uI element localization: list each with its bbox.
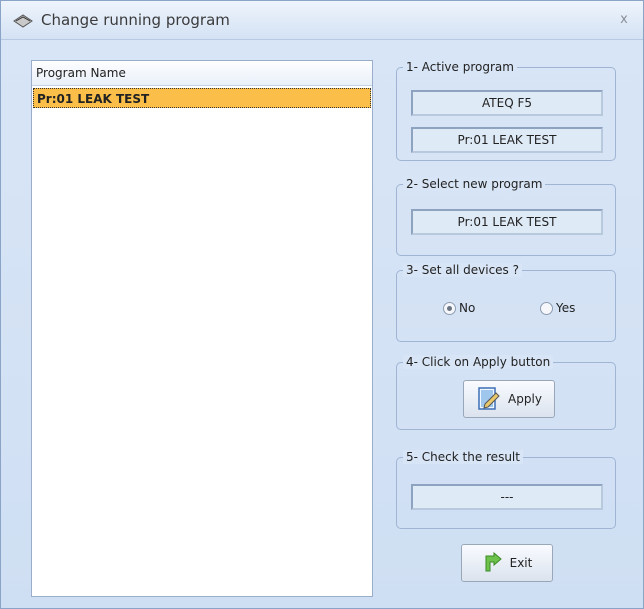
exit-button[interactable]: Exit [461, 544, 553, 582]
program-book-icon [13, 14, 33, 28]
active-program-legend: 1- Active program [403, 60, 517, 74]
result-field: --- [411, 484, 603, 510]
active-program-field: Pr:01 LEAK TEST [411, 127, 603, 153]
select-new-program-legend: 2- Select new program [403, 177, 546, 191]
radio-no-label: No [459, 301, 476, 315]
result-group: 5- Check the result --- [396, 450, 616, 529]
result-legend: 5- Check the result [403, 450, 523, 464]
title-bar: Change running program x [1, 1, 643, 40]
program-list[interactable]: Program Name Pr:01 LEAK TEST [31, 60, 373, 597]
set-all-devices-legend: 3- Set all devices ? [403, 263, 522, 277]
apply-button[interactable]: Apply [463, 380, 555, 418]
radio-yes-label: Yes [556, 301, 576, 315]
exit-arrow-icon [485, 552, 502, 572]
set-all-devices-group: 3- Set all devices ? No Yes [396, 263, 616, 342]
exit-button-label: Exit [509, 556, 533, 570]
dialog-body: Program Name Pr:01 LEAK TEST 1- Active p… [1, 40, 643, 608]
change-program-dialog: Change running program x Program Name Pr… [0, 0, 644, 609]
program-name-column-header[interactable]: Program Name [32, 61, 372, 86]
active-device-field: ATEQ F5 [411, 90, 603, 116]
apply-document-icon [478, 387, 500, 410]
select-new-program-group: 2- Select new program Pr:01 LEAK TEST [396, 177, 616, 256]
radio-yes-indicator[interactable] [540, 301, 553, 315]
apply-legend: 4- Click on Apply button [403, 355, 554, 369]
list-item[interactable]: Pr:01 LEAK TEST [33, 88, 371, 108]
new-program-field[interactable]: Pr:01 LEAK TEST [411, 209, 603, 235]
radio-no-indicator[interactable] [443, 301, 456, 315]
close-button[interactable]: x [613, 9, 635, 31]
radio-yes[interactable]: Yes [540, 301, 575, 315]
apply-group: 4- Click on Apply button Apply [396, 355, 616, 430]
window-title: Change running program [41, 11, 230, 29]
active-program-group: 1- Active program ATEQ F5 Pr:01 LEAK TES… [396, 60, 616, 161]
radio-no[interactable]: No [443, 301, 475, 315]
apply-button-label: Apply [508, 392, 542, 406]
